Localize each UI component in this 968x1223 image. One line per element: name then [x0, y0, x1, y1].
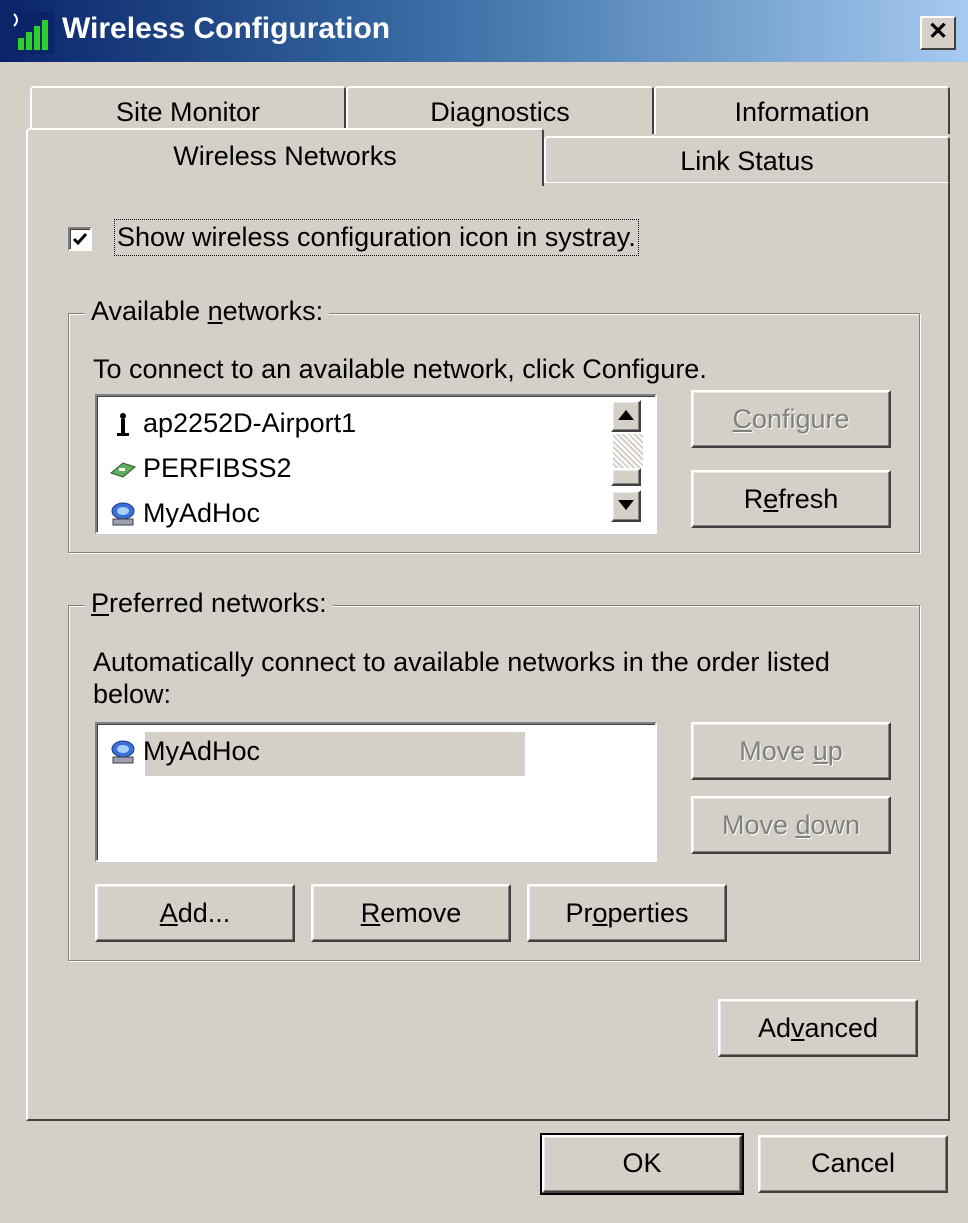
ok-button[interactable]: OK — [540, 1133, 744, 1195]
wireless-configuration-window: Wireless Configuration ✕ Site Monitor Di… — [0, 0, 968, 1223]
scrollbar-track[interactable] — [613, 434, 643, 468]
available-networks-legend: Available networks: — [85, 296, 330, 327]
configure-button[interactable]: Configure — [691, 390, 891, 448]
tab-wireless-networks[interactable]: Wireless Networks — [26, 128, 544, 186]
move-up-button[interactable]: Move up — [691, 722, 891, 780]
scroll-thumb[interactable] — [611, 468, 641, 486]
advanced-button[interactable]: Advanced — [718, 999, 918, 1057]
scroll-up-button[interactable] — [611, 400, 641, 432]
available-networks-group: Available networks: To connect to an ava… — [68, 296, 920, 553]
available-networks-list[interactable]: ap2252D-Airport1 PERFIBSS2 MyAdHoc — [95, 394, 657, 534]
tab-information[interactable]: Information — [654, 86, 950, 134]
remove-button[interactable]: Remove — [311, 884, 511, 942]
tab-label: Wireless Networks — [173, 141, 397, 171]
refresh-button[interactable]: Refresh — [691, 470, 891, 528]
properties-button[interactable]: Properties — [527, 884, 727, 942]
network-name: ap2252D-Airport1 — [143, 408, 357, 438]
close-icon: ✕ — [927, 18, 949, 45]
tab-link-status[interactable]: Link Status — [544, 136, 950, 182]
scroll-up-arrow-icon — [618, 410, 634, 420]
list-item-myadhoc[interactable]: MyAdHoc — [109, 498, 260, 529]
systray-label[interactable]: Show wireless configuration icon in syst… — [114, 219, 639, 256]
move-down-button[interactable]: Move down — [691, 796, 891, 854]
cancel-button[interactable]: Cancel — [758, 1135, 948, 1193]
network-card-icon — [109, 455, 137, 483]
wireless-signal-icon — [12, 12, 54, 54]
network-name: MyAdHoc — [143, 498, 261, 528]
scroll-down-button[interactable] — [611, 490, 641, 522]
tab-panel-wireless-networks: Show wireless configuration icon in syst… — [26, 181, 950, 1121]
list-item-myadhoc[interactable]: MyAdHoc — [109, 736, 260, 767]
preferred-networks-group: Preferred networks: Automatically connec… — [68, 588, 920, 961]
add-button[interactable]: Add... — [95, 884, 295, 942]
list-item-ap2252d-airport1[interactable]: ap2252D-Airport1 — [109, 408, 356, 439]
network-name: MyAdHoc — [143, 736, 261, 766]
access-point-icon — [109, 410, 137, 438]
tab-diagnostics[interactable]: Diagnostics — [346, 86, 654, 134]
available-instruction: To connect to an available network, clic… — [93, 354, 707, 384]
title-bar[interactable]: Wireless Configuration ✕ — [0, 0, 968, 62]
list-item-perfibss2[interactable]: PERFIBSS2 — [109, 453, 292, 484]
systray-checkbox[interactable] — [68, 227, 92, 251]
close-button[interactable]: ✕ — [920, 16, 956, 50]
tab-site-monitor[interactable]: Site Monitor — [30, 86, 346, 134]
adhoc-computers-icon — [109, 738, 137, 766]
network-name: PERFIBSS2 — [143, 453, 292, 483]
tab-label: Information — [734, 97, 870, 127]
window-title: Wireless Configuration — [62, 12, 391, 45]
checkmark-icon — [72, 233, 88, 246]
preferred-instruction: Automatically connect to available netwo… — [93, 647, 830, 709]
preferred-networks-list[interactable]: MyAdHoc — [95, 722, 657, 862]
tab-label: Link Status — [680, 146, 814, 176]
scroll-down-arrow-icon — [618, 500, 634, 510]
preferred-networks-legend: Preferred networks: — [85, 588, 333, 619]
adhoc-computers-icon — [109, 500, 137, 528]
